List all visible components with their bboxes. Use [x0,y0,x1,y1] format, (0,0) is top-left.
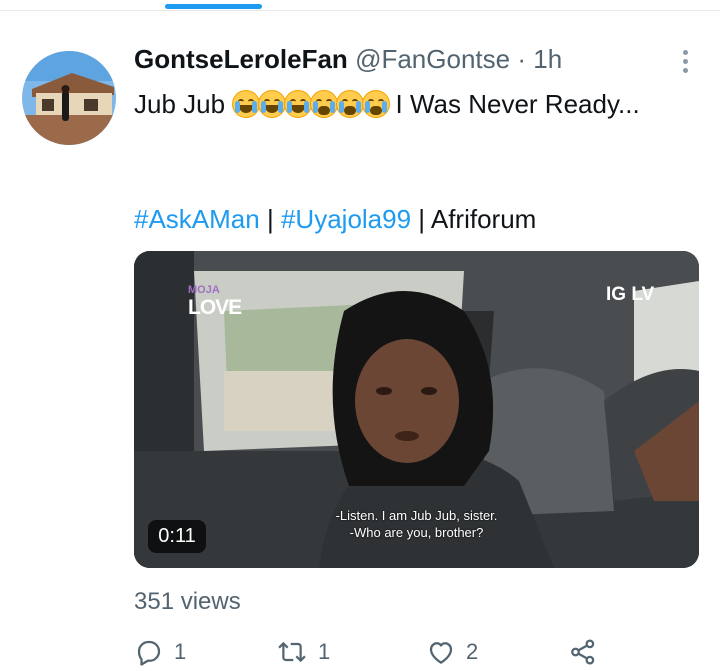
video-subtitle: -Listen. I am Jub Jub, sister. -Who are … [335,508,498,540]
share-icon [571,639,595,665]
reply-icon [137,640,161,666]
tweet-actions: 1 1 2 [134,635,614,669]
display-name[interactable]: GontseLeroleFan [134,44,348,74]
hashtag-uyajola99[interactable]: #Uyajola99 [281,204,411,234]
plain-tag: Afriforum [430,204,537,234]
share-button[interactable] [568,635,598,669]
rolling-on-floor-laughing-emoji [232,90,261,118]
loudly-crying-emoji [336,90,365,118]
reply-count: 1 [174,639,187,664]
tab-indicator [165,4,262,9]
user-handle[interactable]: @FanGontse [355,44,510,74]
watermark-logo: IG LV [606,284,655,305]
pipe-separator: | [418,204,426,234]
loudly-crying-emoji [362,90,391,118]
retweet-button[interactable]: 1 [276,635,330,669]
tweet-text: Jub Jub I Was Never Ready... [134,86,674,127]
heart-icon [429,642,453,664]
separator-dot: · [517,44,526,74]
divider [0,10,720,11]
reply-button[interactable]: 1 [134,635,186,669]
view-count: 351 views [134,588,241,615]
video-player[interactable]: MOJA LOVE IG LV -Listen. I am Jub Jub, s… [134,251,699,568]
rolling-on-floor-laughing-emoji [284,90,313,118]
loudly-crying-emoji [310,90,339,118]
like-button[interactable]: 2 [426,635,478,669]
tweet-header: GontseLeroleFan @FanGontse · 1h [134,44,562,75]
hashtag-askaman[interactable]: #AskAMan [134,204,260,234]
more-options-icon[interactable] [677,50,693,74]
rolling-on-floor-laughing-emoji [258,90,287,118]
avatar[interactable] [22,51,116,145]
tweet-text-start: Jub Jub [134,89,233,119]
like-count: 2 [466,639,479,664]
video-duration-badge: 0:11 [148,520,206,553]
channel-logo: MOJA LOVE [188,284,242,319]
hashtag-line: #AskAMan | #Uyajola99 | Afriforum [134,204,536,235]
tweet-text-end: I Was Never Ready... [388,89,640,119]
pipe-separator: | [266,204,274,234]
retweet-icon [278,641,306,663]
timestamp[interactable]: 1h [533,44,562,74]
retweet-count: 1 [318,639,331,664]
emoji-row [232,90,391,127]
